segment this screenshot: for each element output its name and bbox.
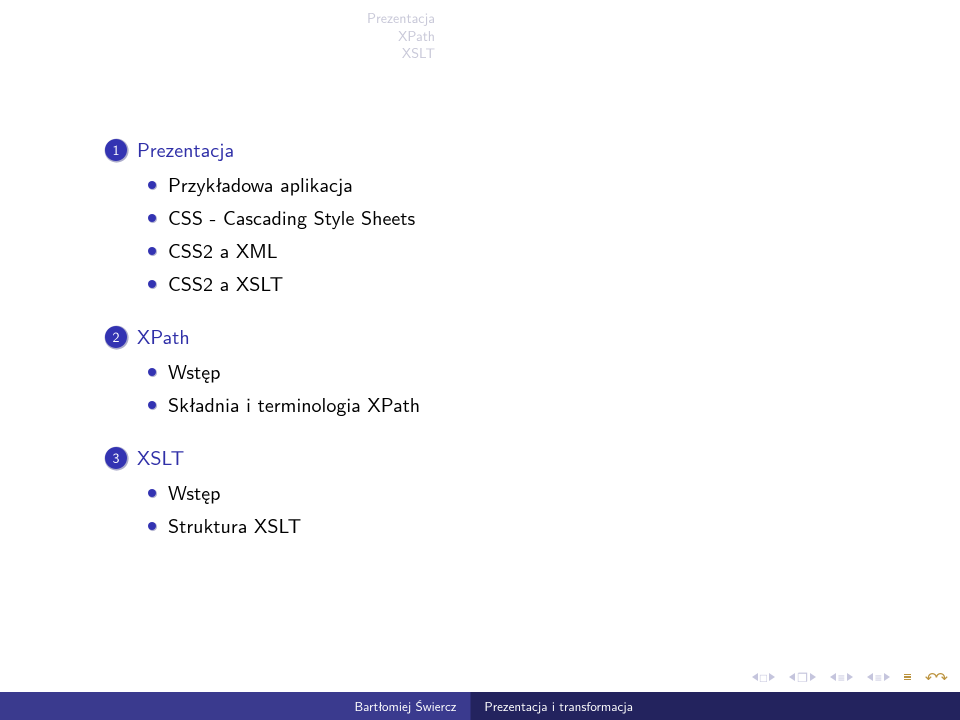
outline-section-3: 3 XSLT Wstęp Struktura XSLT	[105, 443, 900, 540]
bullet-icon	[148, 401, 156, 409]
triangle-right-icon	[884, 673, 890, 681]
triangle-left-icon	[789, 673, 795, 681]
triangle-left-icon	[867, 673, 873, 681]
list-item[interactable]: CSS2 a XSLT	[148, 269, 900, 298]
list-item[interactable]: CSS - Cascading Style Sheets	[148, 203, 900, 232]
bullet-icon	[148, 489, 156, 497]
section-head[interactable]: 2 XPath	[105, 322, 900, 351]
section-title: XSLT	[137, 443, 184, 472]
list-item[interactable]: Struktura XSLT	[148, 511, 900, 540]
triangle-right-icon	[769, 673, 775, 681]
header-nav-item[interactable]: Prezentacja	[367, 10, 435, 28]
section-number-badge: 2	[105, 326, 127, 348]
nav-slide[interactable]: □	[752, 671, 775, 683]
section-number-badge: 1	[105, 139, 127, 161]
item-label: CSS2 a XSLT	[168, 269, 283, 298]
item-label: CSS2 a XML	[168, 236, 278, 265]
bullet-icon	[148, 522, 156, 530]
section-title: XPath	[137, 322, 190, 351]
section-items: Przykładowa aplikacja CSS - Cascading St…	[148, 170, 900, 298]
slide-icon: □	[760, 671, 767, 683]
triangle-right-icon	[847, 673, 853, 681]
list-item[interactable]: CSS2 a XML	[148, 236, 900, 265]
lines-icon: ≡	[838, 671, 845, 683]
section-number: 3	[113, 448, 120, 468]
bullet-icon	[148, 214, 156, 222]
nav-frame[interactable]: ❐	[789, 671, 816, 683]
header-nav-item[interactable]: XSLT	[367, 45, 435, 63]
bullet-icon	[148, 368, 156, 376]
section-head[interactable]: 1 Prezentacja	[105, 135, 900, 164]
section-title: Prezentacja	[137, 135, 234, 164]
triangle-left-icon	[830, 673, 836, 681]
list-item[interactable]: Składnia i terminologia XPath	[148, 390, 900, 419]
triangle-left-icon	[752, 673, 758, 681]
triangle-right-icon	[810, 673, 816, 681]
nav-subsection[interactable]: ≡	[830, 671, 853, 683]
section-number: 2	[113, 327, 120, 347]
lines-icon: ≡	[875, 671, 882, 683]
footer-author: Bartłomiej Świercz	[0, 697, 470, 716]
bullet-icon	[148, 280, 156, 288]
section-items: Wstęp Składnia i terminologia XPath	[148, 357, 900, 419]
item-label: CSS - Cascading Style Sheets	[168, 203, 415, 232]
outline-section-1: 1 Prezentacja Przykładowa aplikacja CSS …	[105, 135, 900, 298]
section-number-badge: 3	[105, 447, 127, 469]
list-item[interactable]: Wstęp	[148, 357, 900, 386]
outline-content: 1 Prezentacja Przykładowa aplikacja CSS …	[105, 135, 900, 564]
nav-doc-icon[interactable]	[904, 674, 911, 680]
section-number: 1	[113, 140, 120, 160]
bullet-icon	[148, 181, 156, 189]
section-head[interactable]: 3 XSLT	[105, 443, 900, 472]
section-items: Wstęp Struktura XSLT	[148, 478, 900, 540]
outline-section-2: 2 XPath Wstęp Składnia i terminologia XP…	[105, 322, 900, 419]
beamer-nav-symbols: □ ❐ ≡ ≡ ↶↷	[752, 666, 946, 688]
nav-back-forward-icon[interactable]: ↶↷	[925, 666, 946, 688]
item-label: Składnia i terminologia XPath	[168, 390, 420, 419]
list-item[interactable]: Przykładowa aplikacja	[148, 170, 900, 199]
item-label: Struktura XSLT	[168, 511, 301, 540]
nav-section[interactable]: ≡	[867, 671, 890, 683]
list-item[interactable]: Wstęp	[148, 478, 900, 507]
item-label: Wstęp	[168, 357, 220, 386]
footer-bar: Bartłomiej Świercz Prezentacja i transfo…	[0, 692, 960, 720]
header-nav: Prezentacja XPath XSLT	[367, 10, 435, 63]
item-label: Przykładowa aplikacja	[168, 170, 353, 199]
footer-title: Prezentacja i transformacja	[470, 697, 960, 716]
frame-icon: ❐	[797, 671, 808, 683]
item-label: Wstęp	[168, 478, 220, 507]
bullet-icon	[148, 247, 156, 255]
